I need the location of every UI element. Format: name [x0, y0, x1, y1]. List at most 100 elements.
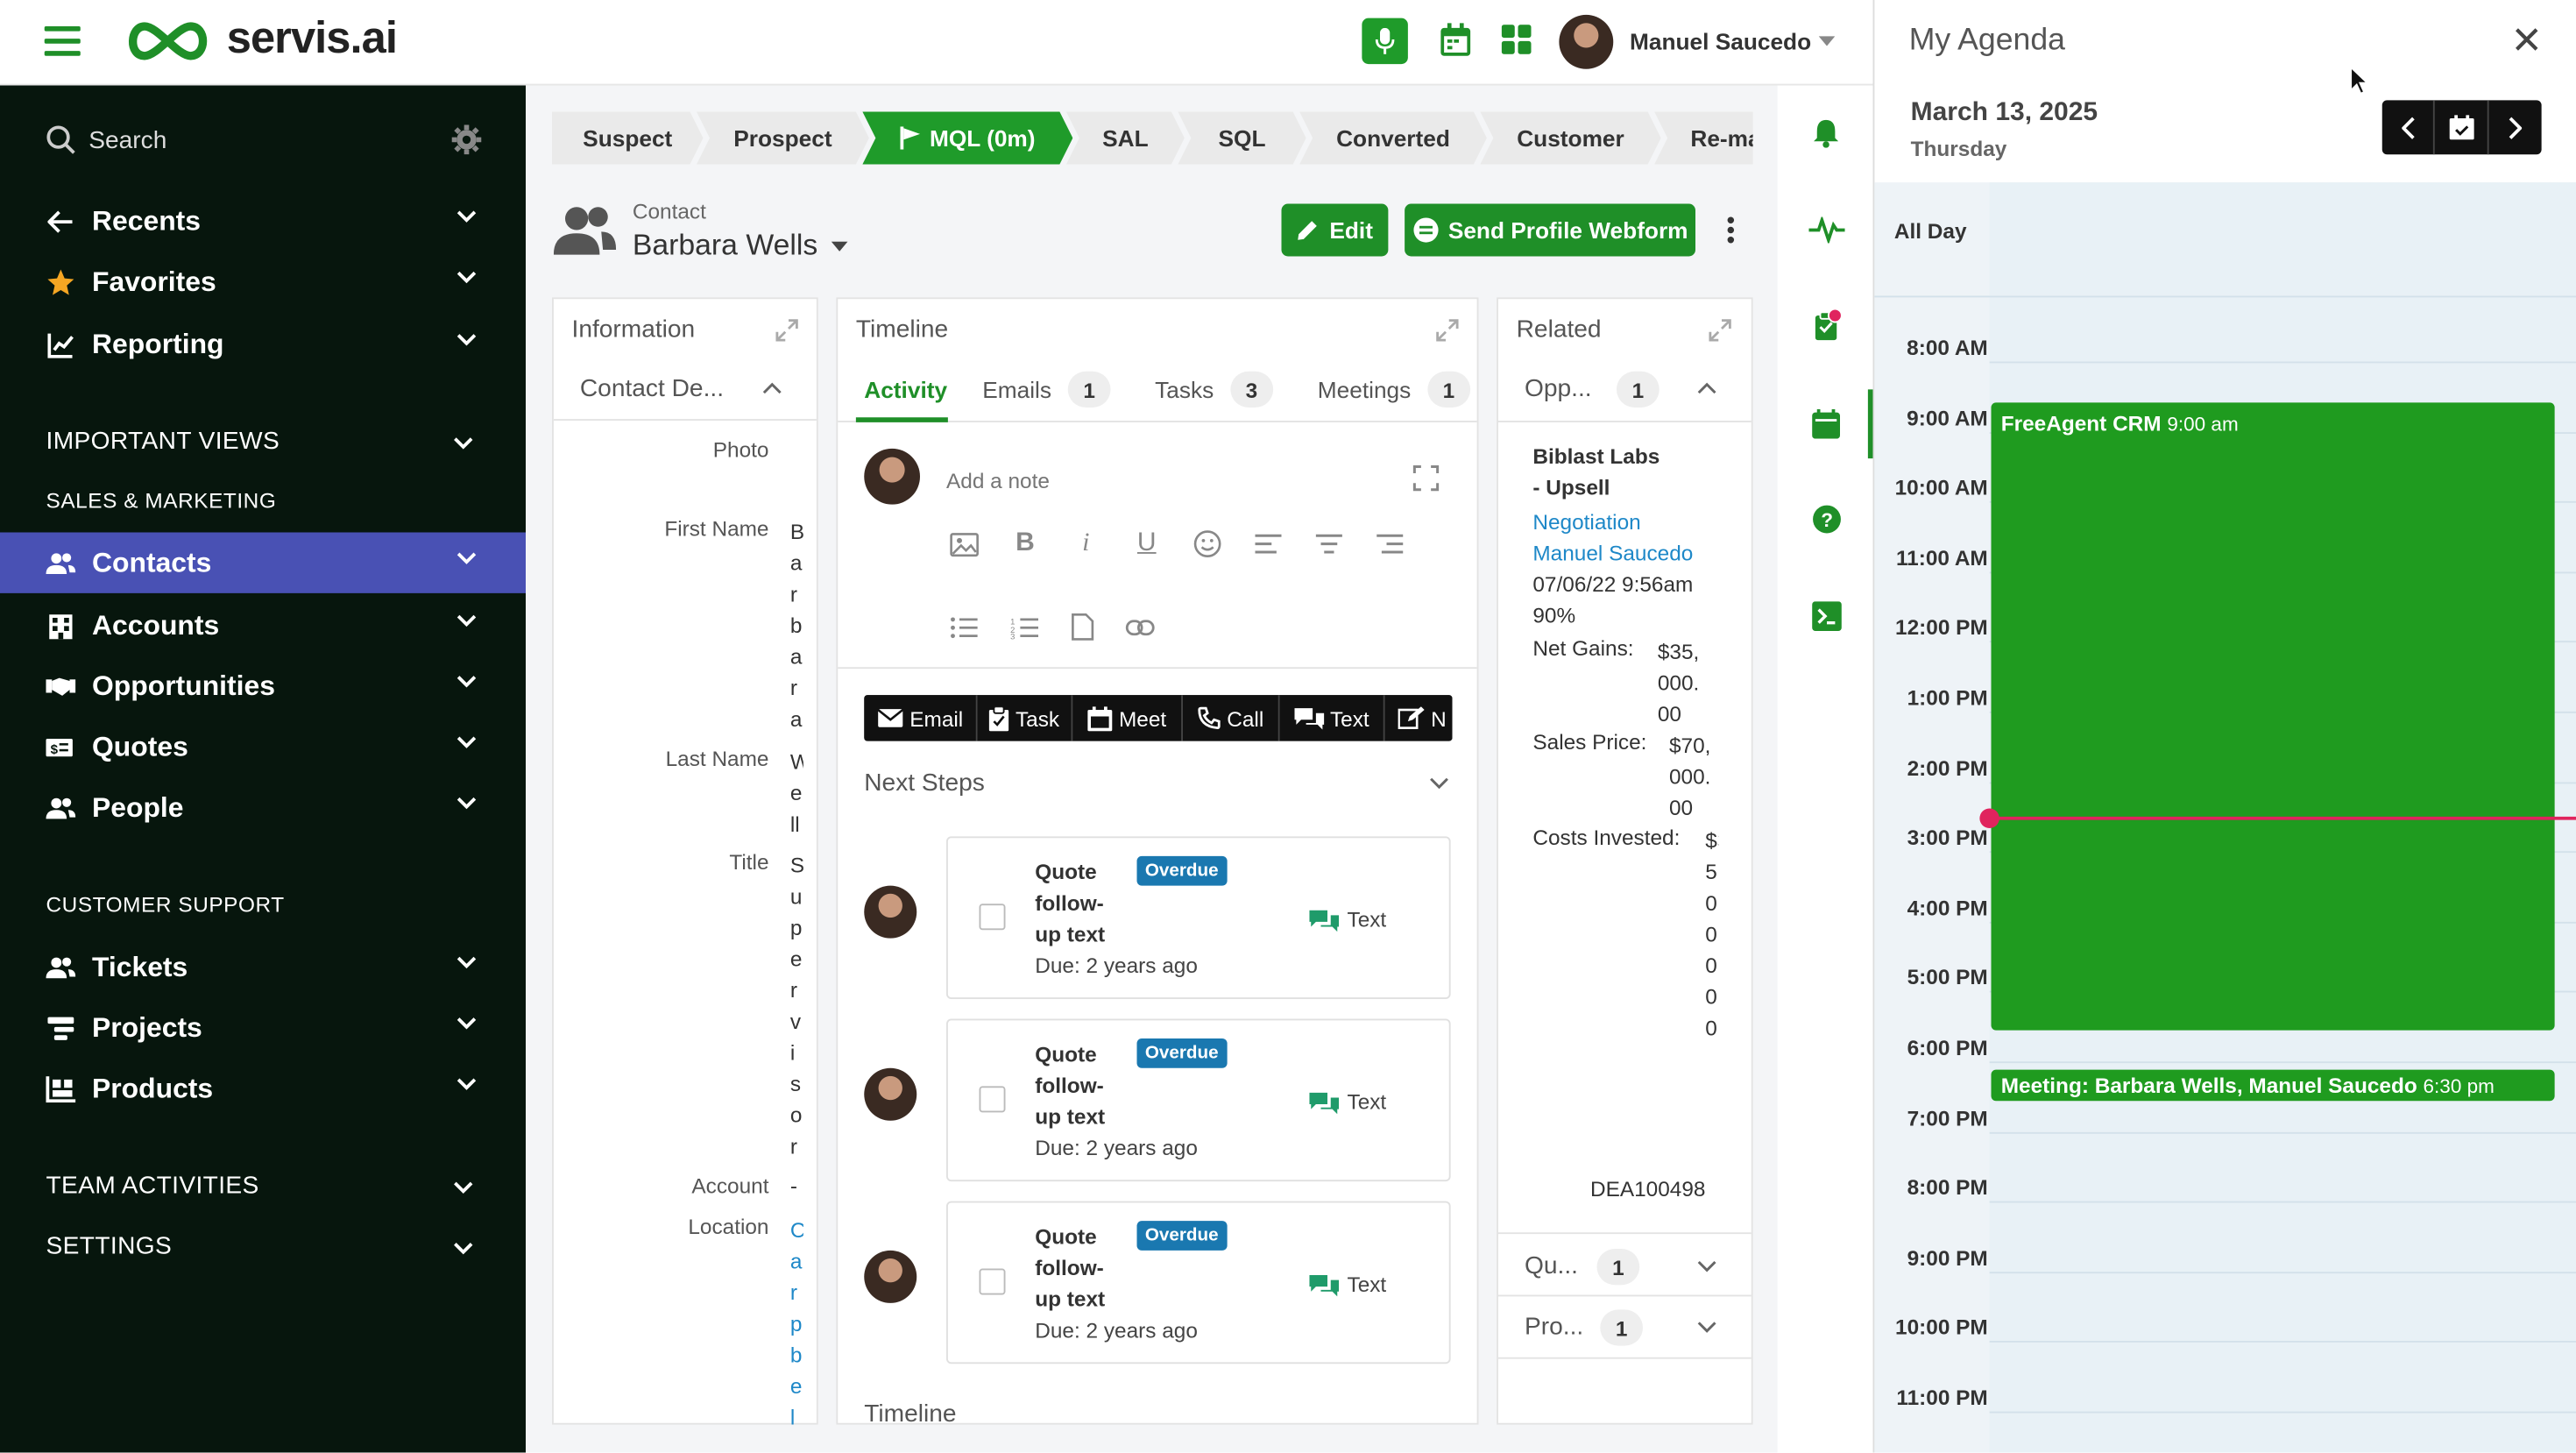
activity-pulse-icon[interactable]: [1808, 216, 1845, 244]
contact-name-dropdown[interactable]: Barbara Wells: [633, 229, 847, 263]
next-day-button[interactable]: [2489, 100, 2542, 154]
sidebar-item-reporting[interactable]: Reporting: [0, 314, 526, 374]
sidebar-item-accounts[interactable]: Accounts: [0, 595, 526, 656]
fullscreen-icon[interactable]: [1412, 465, 1440, 492]
note-action-button[interactable]: N: [1384, 695, 1453, 741]
section-settings[interactable]: SETTINGS: [46, 1232, 173, 1260]
chevron-down-icon[interactable]: [454, 1243, 474, 1256]
user-name[interactable]: Manuel Saucedo: [1630, 28, 1811, 54]
settings-gear-icon[interactable]: [451, 124, 482, 155]
chevron-down-icon[interactable]: [1697, 1260, 1717, 1273]
apps-grid-icon[interactable]: [1501, 25, 1532, 54]
tab-activity[interactable]: Activity: [864, 376, 947, 402]
tasks-clipboard-icon[interactable]: [1814, 308, 1844, 343]
stage-sql[interactable]: SQL: [1178, 112, 1306, 165]
microphone-button[interactable]: [1362, 18, 1408, 65]
expand-icon[interactable]: [775, 319, 798, 342]
tab-meetings[interactable]: Meetings 1: [1318, 371, 1470, 408]
add-note-input[interactable]: [946, 463, 1374, 497]
quotes-section[interactable]: Qu...: [1525, 1252, 1578, 1280]
field-value-location[interactable]: Carpbel: [790, 1215, 803, 1424]
expand-icon[interactable]: [1436, 319, 1459, 342]
more-vertical-icon[interactable]: [1727, 216, 1735, 244]
chevron-down-icon[interactable]: [454, 437, 474, 450]
step-checkbox[interactable]: [979, 1268, 1006, 1295]
section-team-activities[interactable]: TEAM ACTIVITIES: [46, 1172, 259, 1200]
next-step-card[interactable]: Quote follow- up text Overdue Due: 2 yea…: [946, 1201, 1451, 1364]
agenda-calendar-icon[interactable]: [1812, 408, 1840, 439]
bell-icon[interactable]: [1812, 118, 1840, 148]
stage-mql[interactable]: MQL (0m): [862, 112, 1072, 165]
deal-stage-link[interactable]: Negotiation: [1532, 509, 1640, 534]
chevron-down-icon[interactable]: [454, 1181, 474, 1194]
sidebar-item-tickets[interactable]: Tickets: [0, 937, 526, 997]
sidebar-item-products[interactable]: Products: [0, 1059, 526, 1119]
document-icon[interactable]: [1072, 613, 1094, 641]
underline-icon[interactable]: U: [1132, 529, 1162, 559]
field-value-last-name[interactable]: Wells: [790, 746, 803, 838]
email-action-button[interactable]: Email: [864, 695, 978, 741]
help-icon[interactable]: ?: [1812, 505, 1842, 535]
stage-re-marketing[interactable]: Re-ma: [1654, 112, 1753, 165]
italic-icon[interactable]: i: [1072, 529, 1101, 559]
deal-name[interactable]: Biblast Labs - Upsell: [1532, 441, 1660, 503]
bold-icon[interactable]: B: [1010, 529, 1040, 559]
bullet-list-icon[interactable]: [950, 615, 980, 638]
sidebar-item-opportunities[interactable]: Opportunities: [0, 656, 526, 716]
next-step-card[interactable]: Quote follow- up text Overdue Due: 2 yea…: [946, 1018, 1451, 1182]
sidebar-item-quotes[interactable]: $ Quotes: [0, 717, 526, 777]
calendar-icon[interactable]: [1440, 23, 1473, 57]
align-left-icon[interactable]: [1254, 533, 1284, 556]
next-step-card[interactable]: Quote follow- up text Overdue Due: 2 yea…: [946, 836, 1451, 999]
field-value-account[interactable]: -: [790, 1173, 797, 1198]
agenda-event-freeagent[interactable]: FreeAgent CRM 9:00 am: [1991, 402, 2555, 1031]
deal-owner-link[interactable]: Manuel Saucedo: [1532, 541, 1693, 565]
section-important-views[interactable]: IMPORTANT VIEWS: [46, 428, 280, 456]
stage-converted[interactable]: Converted: [1299, 112, 1487, 165]
contact-details-section[interactable]: Contact De...: [580, 375, 724, 403]
sidebar-search[interactable]: Search: [46, 124, 506, 157]
image-icon[interactable]: [950, 532, 980, 556]
sidebar-item-recents[interactable]: Recents: [0, 191, 526, 252]
meet-action-button[interactable]: Meet: [1072, 695, 1183, 741]
tab-emails[interactable]: Emails 1: [982, 371, 1111, 408]
sidebar-item-projects[interactable]: Projects: [0, 997, 526, 1058]
sidebar-item-people[interactable]: People: [0, 777, 526, 838]
stage-sal[interactable]: SAL: [1066, 112, 1185, 165]
menu-icon[interactable]: [44, 25, 81, 58]
chevron-down-icon[interactable]: [1429, 777, 1449, 790]
text-action-button[interactable]: Text: [1279, 695, 1385, 741]
step-checkbox[interactable]: [979, 904, 1006, 931]
stage-prospect[interactable]: Prospect: [697, 112, 869, 165]
chevron-up-icon[interactable]: [762, 381, 782, 394]
edit-button[interactable]: Edit: [1281, 203, 1389, 257]
stage-customer[interactable]: Customer: [1480, 112, 1660, 165]
close-icon[interactable]: [2514, 26, 2540, 53]
chevron-down-icon[interactable]: [1697, 1322, 1717, 1335]
task-action-button[interactable]: Task: [977, 695, 1073, 741]
numbered-list-icon[interactable]: 123: [1010, 615, 1040, 638]
today-button[interactable]: [2435, 100, 2489, 155]
agenda-event-meeting[interactable]: Meeting: Barbara Wells, Manuel Saucedo 6…: [1991, 1069, 2555, 1102]
user-menu-caret-icon[interactable]: [1818, 36, 1836, 46]
step-checkbox[interactable]: [979, 1086, 1006, 1113]
field-value-title[interactable]: Supervisor: [790, 849, 803, 1161]
terminal-icon[interactable]: [1812, 601, 1842, 631]
emoji-icon[interactable]: [1192, 529, 1222, 559]
products-section[interactable]: Pro...: [1525, 1313, 1583, 1341]
user-avatar[interactable]: [1559, 14, 1614, 69]
stage-suspect[interactable]: Suspect: [552, 112, 704, 165]
send-profile-webform-button[interactable]: Send Profile Webform: [1405, 203, 1695, 257]
call-action-button[interactable]: Call: [1183, 695, 1280, 741]
align-center-icon[interactable]: [1314, 533, 1344, 556]
opportunities-section[interactable]: Opp...: [1525, 375, 1592, 403]
field-value-first-name[interactable]: Barbara: [790, 516, 803, 736]
link-icon[interactable]: [1125, 617, 1155, 637]
expand-icon[interactable]: [1709, 319, 1731, 342]
sidebar-item-favorites[interactable]: Favorites: [0, 252, 526, 312]
align-right-icon[interactable]: [1375, 533, 1405, 556]
previous-day-button[interactable]: [2382, 100, 2435, 155]
chevron-up-icon[interactable]: [1697, 381, 1717, 394]
sidebar-item-contacts[interactable]: Contacts: [0, 532, 526, 593]
tab-tasks[interactable]: Tasks 3: [1155, 371, 1273, 408]
